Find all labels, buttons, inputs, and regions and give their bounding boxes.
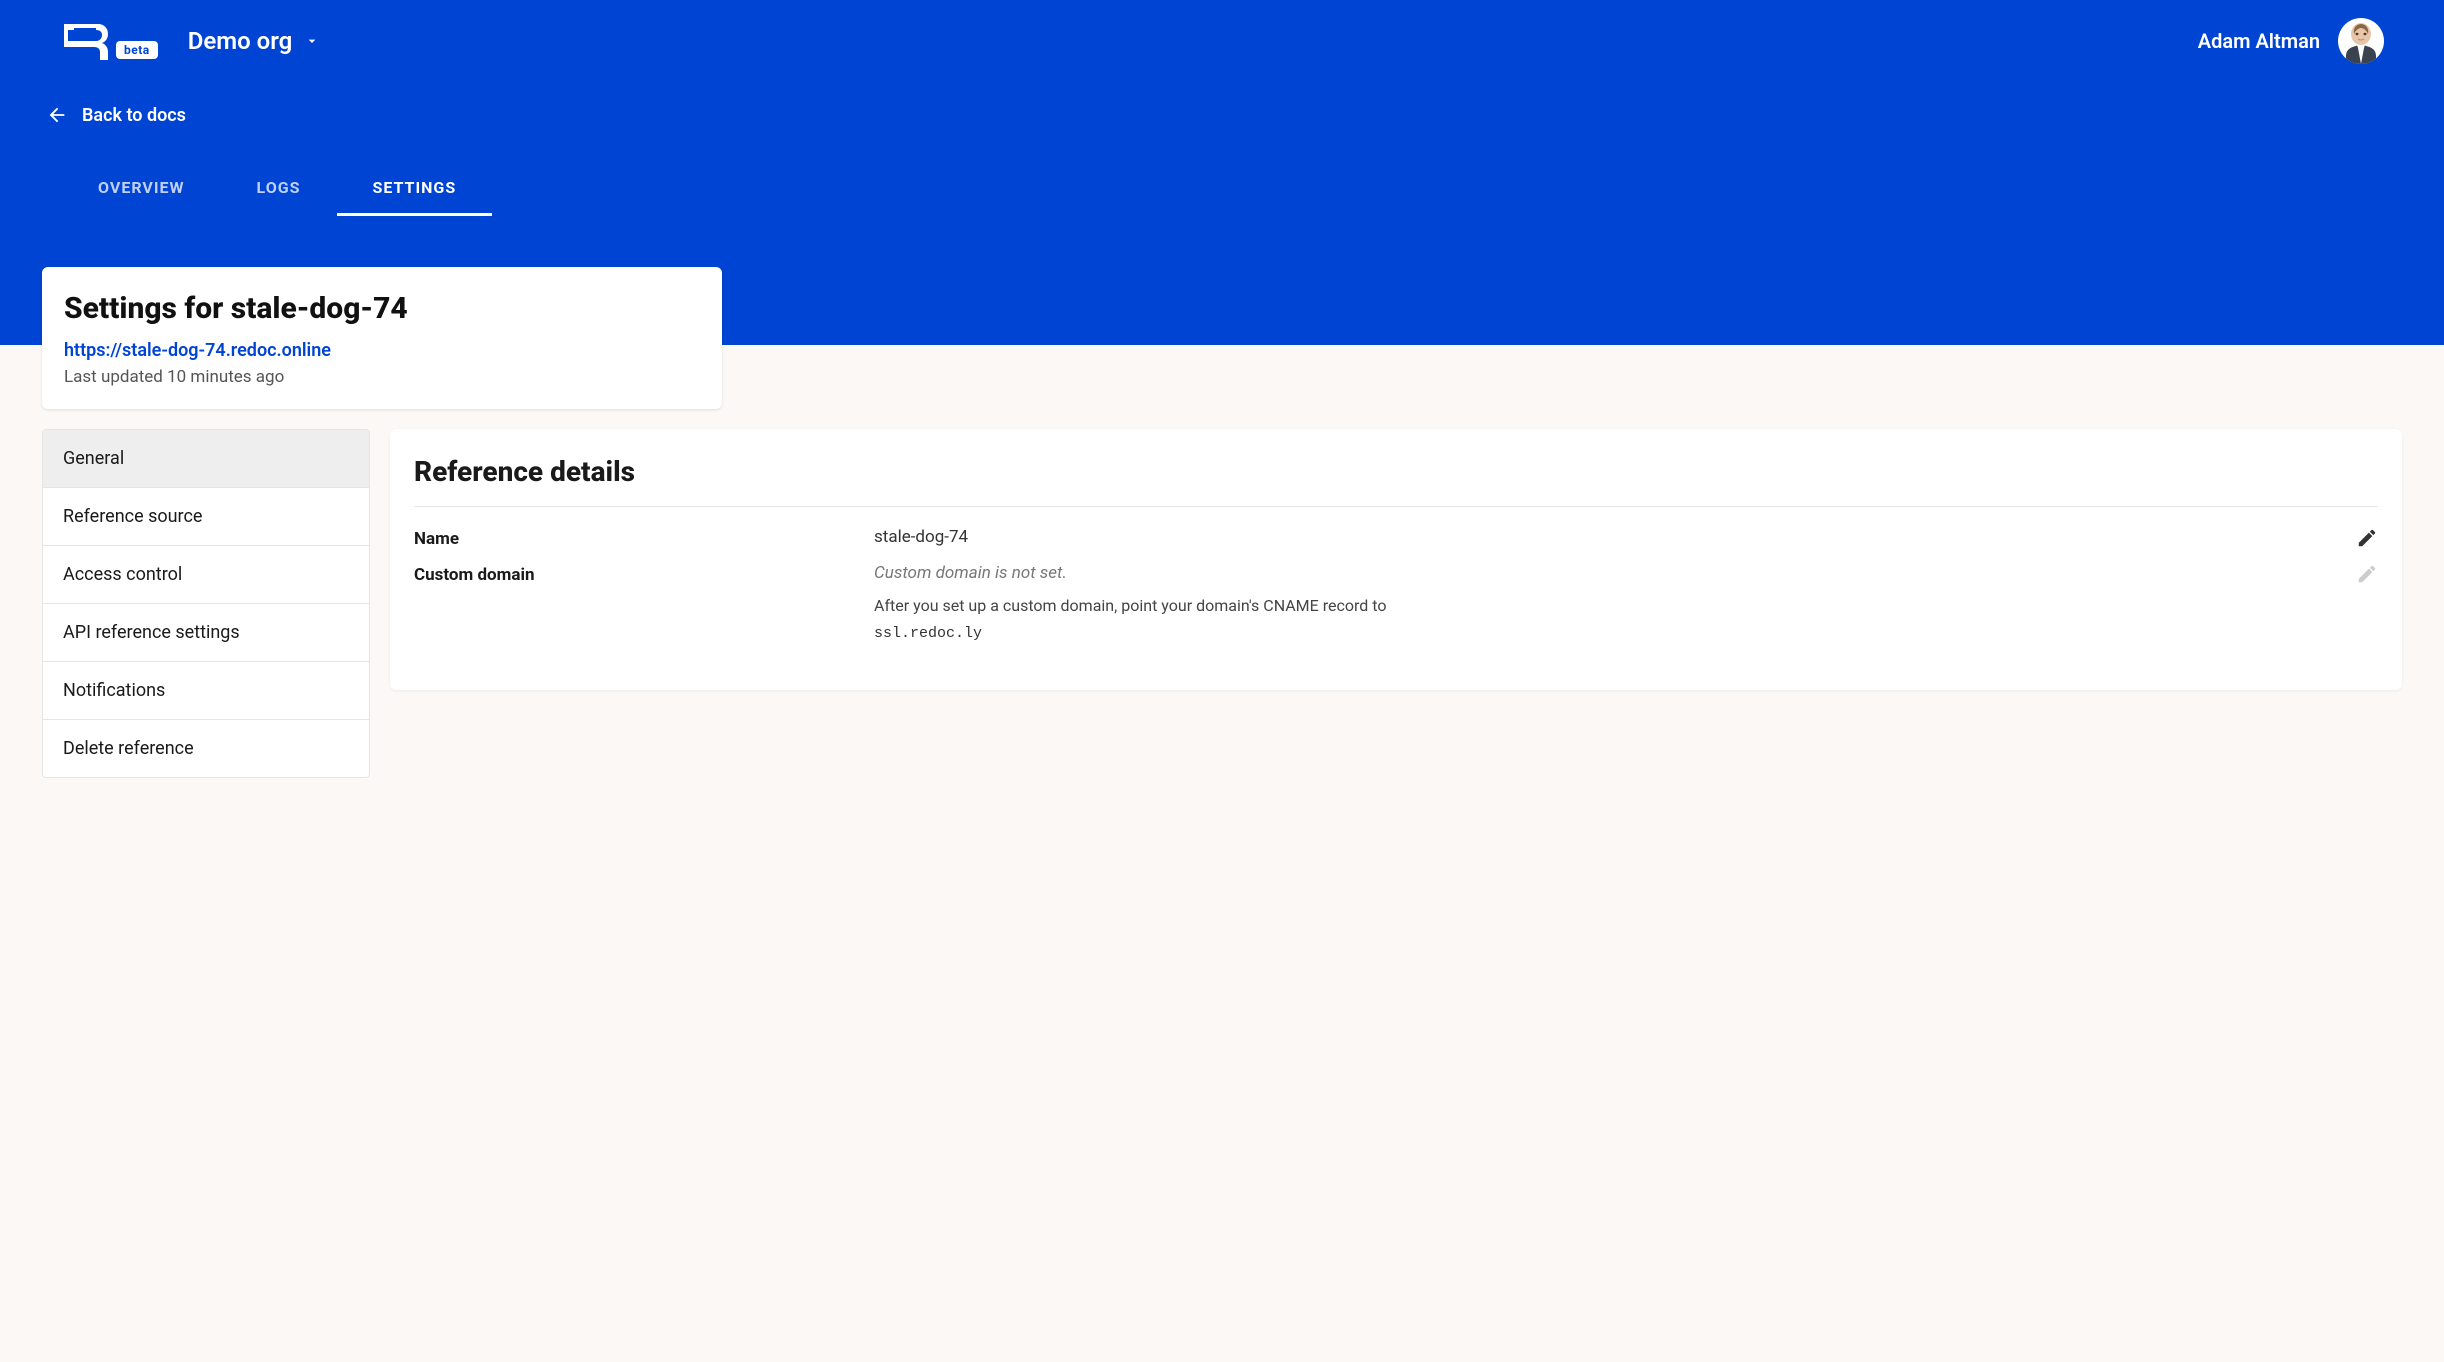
divider — [414, 506, 2378, 507]
user-avatar[interactable] — [2338, 18, 2384, 64]
sidenav-item-api-reference-settings[interactable]: API reference settings — [43, 604, 369, 662]
details-heading: Reference details — [414, 455, 2378, 488]
sidenav-item-notifications[interactable]: Notifications — [43, 662, 369, 720]
hint-text: After you set up a custom domain, point … — [874, 596, 1386, 615]
reference-details-card: Reference details Name stale-dog-74 Cust… — [390, 429, 2402, 690]
arrow-left-icon — [46, 104, 68, 126]
project-url-link[interactable]: https://stale-dog-74.redoc.online — [64, 340, 700, 361]
edit-icon[interactable] — [2356, 527, 2378, 549]
back-to-docs-link[interactable]: Back to docs — [0, 64, 2444, 126]
page-title: Settings for stale-dog-74 — [64, 291, 700, 326]
logo-icon — [60, 20, 110, 62]
back-link-label: Back to docs — [82, 105, 186, 126]
tabs: OVERVIEW LOGS SETTINGS — [0, 126, 2444, 216]
detail-label-custom-domain: Custom domain — [414, 563, 874, 585]
chevron-down-icon — [304, 33, 320, 49]
sidenav-item-general[interactable]: General — [43, 430, 369, 488]
sidenav-item-access-control[interactable]: Access control — [43, 546, 369, 604]
user-name: Adam Altman — [2198, 29, 2320, 53]
last-updated: Last updated 10 minutes ago — [64, 367, 700, 387]
sidenav-item-delete-reference[interactable]: Delete reference — [43, 720, 369, 777]
custom-domain-not-set: Custom domain is not set. — [874, 563, 2336, 583]
tab-overview[interactable]: OVERVIEW — [62, 164, 221, 216]
avatar-icon — [2342, 20, 2380, 64]
tab-logs[interactable]: LOGS — [221, 164, 337, 216]
app-logo[interactable]: beta — [60, 20, 158, 62]
org-dropdown[interactable]: Demo org — [188, 27, 321, 55]
beta-badge: beta — [116, 41, 158, 59]
tab-settings[interactable]: SETTINGS — [337, 164, 493, 216]
detail-value-name: stale-dog-74 — [874, 527, 2336, 547]
detail-row-name: Name stale-dog-74 — [414, 527, 2378, 549]
settings-sidenav: General Reference source Access control … — [42, 429, 370, 778]
cname-code: ssl.redoc.ly — [874, 625, 982, 642]
org-name: Demo org — [188, 27, 293, 55]
detail-label-name: Name — [414, 527, 874, 549]
edit-icon-disabled — [2356, 563, 2378, 585]
sidenav-item-reference-source[interactable]: Reference source — [43, 488, 369, 546]
custom-domain-hint: After you set up a custom domain, point … — [874, 596, 1386, 641]
settings-title-card: Settings for stale-dog-74 https://stale-… — [42, 267, 722, 409]
detail-row-custom-domain: Custom domain Custom domain is not set. … — [414, 563, 2378, 646]
